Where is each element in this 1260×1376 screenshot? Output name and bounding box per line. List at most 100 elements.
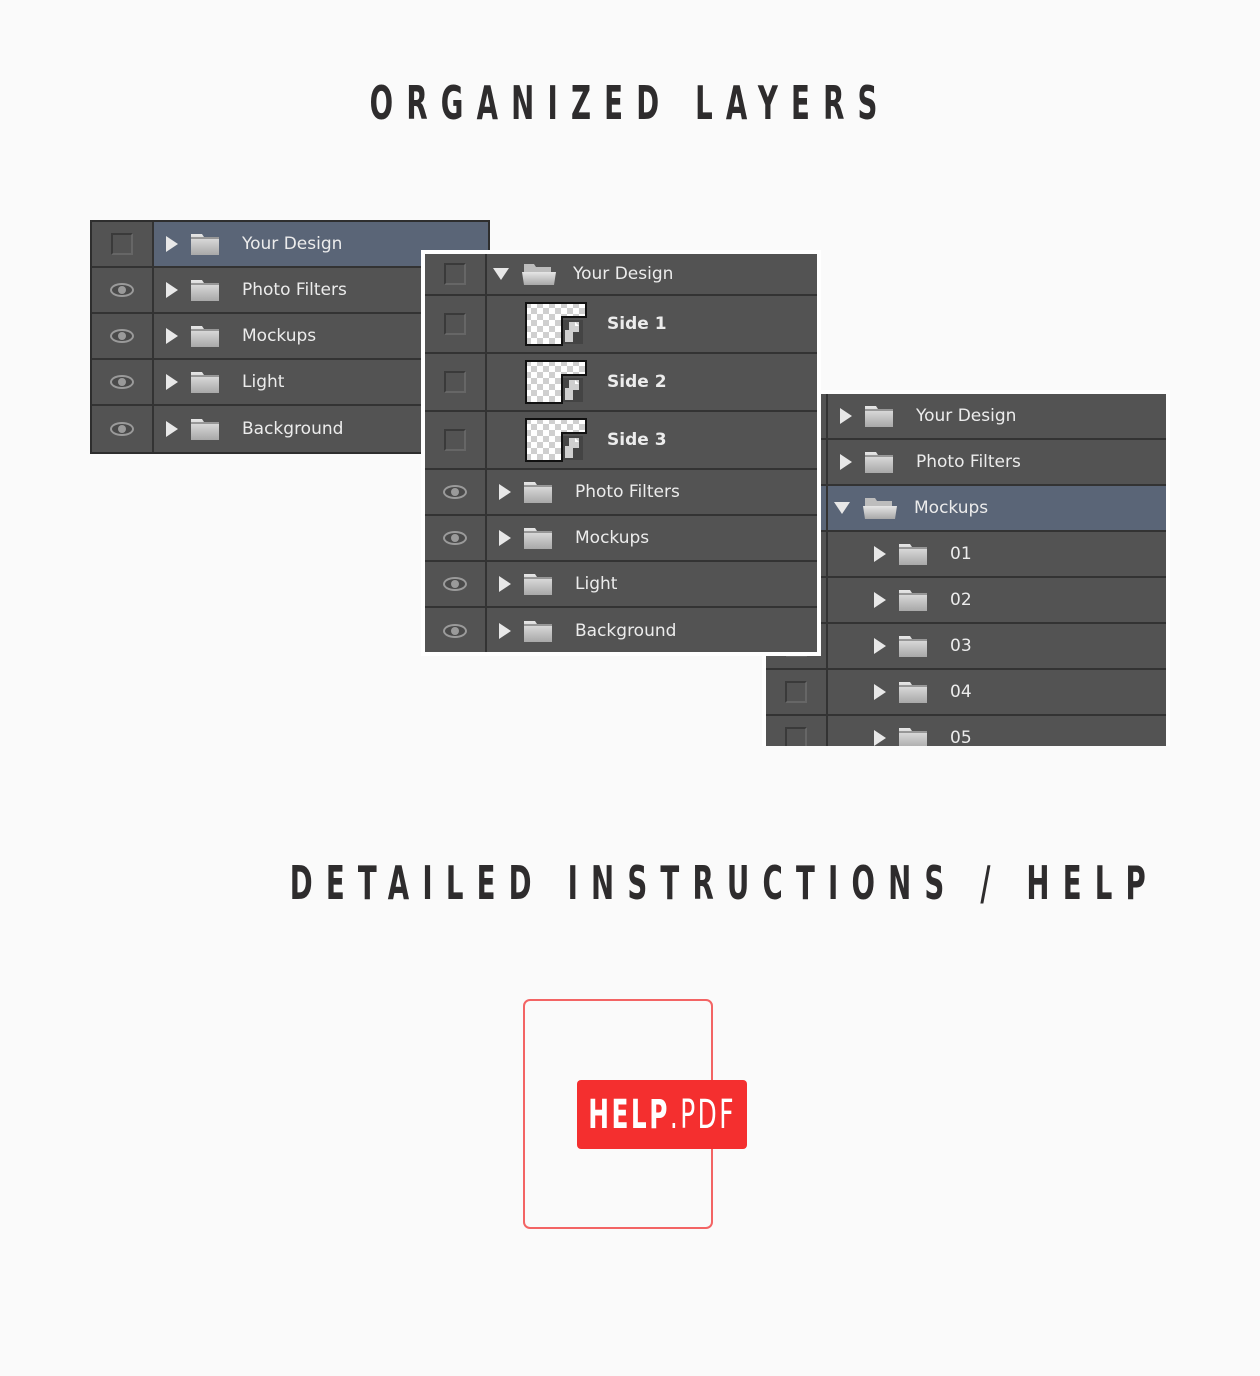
folder-icon xyxy=(898,588,928,612)
layer-row-mockups[interactable]: Mockups xyxy=(766,486,1166,532)
organized-layers-heading: ORGANIZED LAYERS xyxy=(0,76,1260,130)
folder-icon xyxy=(523,480,553,504)
layer-label: 04 xyxy=(950,682,972,702)
layer-label: Photo Filters xyxy=(575,482,680,502)
layer-row-side-3[interactable]: Side 3 xyxy=(425,412,817,470)
layer-label: Side 3 xyxy=(607,430,667,450)
layer-row-your-design[interactable]: Your Design xyxy=(766,394,1166,440)
expand-arrow-icon[interactable] xyxy=(166,236,178,252)
expand-arrow-icon[interactable] xyxy=(499,576,511,592)
layer-row-mockups[interactable]: Mockups xyxy=(425,516,817,562)
layer-label: Background xyxy=(242,419,344,439)
layer-row-background[interactable]: Background xyxy=(425,608,817,652)
layer-label: Photo Filters xyxy=(916,452,1021,472)
smart-object-thumbnail-icon xyxy=(525,418,587,462)
layer-row-your-design[interactable]: Your Design xyxy=(425,254,817,296)
visibility-checkbox[interactable] xyxy=(444,429,466,451)
expand-arrow-icon[interactable] xyxy=(166,421,178,437)
folder-icon xyxy=(898,542,928,566)
folder-icon xyxy=(523,619,553,643)
layer-row-05[interactable]: 05 xyxy=(766,716,1166,746)
visibility-checkbox[interactable] xyxy=(444,313,466,335)
layer-row-photo-filters[interactable]: Photo Filters xyxy=(425,470,817,516)
layer-row-02[interactable]: 02 xyxy=(766,578,1166,624)
layer-label: Side 1 xyxy=(607,314,667,334)
layer-row-side-1[interactable]: Side 1 xyxy=(425,296,817,354)
file-extension: .PDF xyxy=(669,1091,736,1138)
expand-arrow-icon[interactable] xyxy=(499,484,511,500)
smart-object-thumbnail-icon xyxy=(525,360,587,404)
expand-arrow-icon[interactable] xyxy=(874,638,886,654)
expand-arrow-icon[interactable] xyxy=(499,530,511,546)
layer-row-01[interactable]: 01 xyxy=(766,532,1166,578)
layer-label: Your Design xyxy=(916,406,1017,426)
folder-icon xyxy=(190,324,220,348)
expand-arrow-icon[interactable] xyxy=(166,374,178,390)
collapse-arrow-icon[interactable] xyxy=(834,502,850,514)
expand-arrow-icon[interactable] xyxy=(874,592,886,608)
expand-arrow-icon[interactable] xyxy=(840,454,852,470)
eye-icon[interactable] xyxy=(442,623,468,639)
smart-object-thumbnail-icon xyxy=(525,302,587,346)
folder-icon xyxy=(523,526,553,550)
folder-icon xyxy=(190,370,220,394)
folder-icon xyxy=(898,726,928,746)
instructions-heading: DETAILED INSTRUCTIONS / HELP xyxy=(0,856,1260,910)
eye-icon[interactable] xyxy=(442,576,468,592)
collapse-arrow-icon[interactable] xyxy=(493,268,509,280)
eye-icon[interactable] xyxy=(109,328,135,344)
eye-icon[interactable] xyxy=(442,484,468,500)
layers-panel-your-design-expanded: Your Design Side 1 Side 2 Side 3 Photo F… xyxy=(421,250,821,656)
pdf-label: HELP.PDF xyxy=(577,1080,747,1149)
layer-label: 03 xyxy=(950,636,972,656)
layer-label: Light xyxy=(242,372,285,392)
visibility-checkbox[interactable] xyxy=(444,371,466,393)
file-name: HELP xyxy=(588,1091,670,1138)
expand-arrow-icon[interactable] xyxy=(166,328,178,344)
layer-label: Photo Filters xyxy=(242,280,347,300)
layer-row-photo-filters[interactable]: Photo Filters xyxy=(766,440,1166,486)
heading-text: ORGANIZED LAYERS xyxy=(369,76,891,130)
layer-label: Background xyxy=(575,621,677,641)
layer-label: Your Design xyxy=(242,234,343,254)
folder-icon xyxy=(864,404,894,428)
expand-arrow-icon[interactable] xyxy=(874,546,886,562)
layer-row-light[interactable]: Light xyxy=(425,562,817,608)
layer-label: Mockups xyxy=(242,326,317,346)
layer-label: 05 xyxy=(950,728,972,746)
expand-arrow-icon[interactable] xyxy=(840,408,852,424)
folder-icon xyxy=(190,232,220,256)
layers-panel-mockups-expanded: Your Design Photo Filters Mockups 01 02 … xyxy=(762,390,1170,746)
folder-icon xyxy=(190,417,220,441)
folder-icon xyxy=(898,680,928,704)
layer-row-04[interactable]: 04 xyxy=(766,670,1166,716)
folder-icon xyxy=(523,572,553,596)
expand-arrow-icon[interactable] xyxy=(499,623,511,639)
layer-label: Light xyxy=(575,574,618,594)
folder-icon xyxy=(190,278,220,302)
expand-arrow-icon[interactable] xyxy=(874,730,886,746)
layer-label: Side 2 xyxy=(607,372,667,392)
visibility-checkbox[interactable] xyxy=(111,233,133,255)
open-folder-icon xyxy=(521,262,557,286)
heading-text: DETAILED INSTRUCTIONS / HELP xyxy=(289,856,1159,910)
eye-icon[interactable] xyxy=(442,530,468,546)
layer-label: Your Design xyxy=(573,264,674,284)
visibility-checkbox[interactable] xyxy=(785,681,807,703)
visibility-checkbox[interactable] xyxy=(444,263,466,285)
layer-label: Mockups xyxy=(914,498,989,518)
expand-arrow-icon[interactable] xyxy=(166,282,178,298)
layer-label: Mockups xyxy=(575,528,650,548)
layer-label: 02 xyxy=(950,590,972,610)
layer-label: 01 xyxy=(950,544,972,564)
expand-arrow-icon[interactable] xyxy=(874,684,886,700)
eye-icon[interactable] xyxy=(109,374,135,390)
eye-icon[interactable] xyxy=(109,282,135,298)
folder-icon xyxy=(864,450,894,474)
folder-icon xyxy=(898,634,928,658)
open-folder-icon xyxy=(862,496,898,520)
layer-row-side-2[interactable]: Side 2 xyxy=(425,354,817,412)
layer-row-03[interactable]: 03 xyxy=(766,624,1166,670)
eye-icon[interactable] xyxy=(109,421,135,437)
visibility-checkbox[interactable] xyxy=(785,727,807,746)
